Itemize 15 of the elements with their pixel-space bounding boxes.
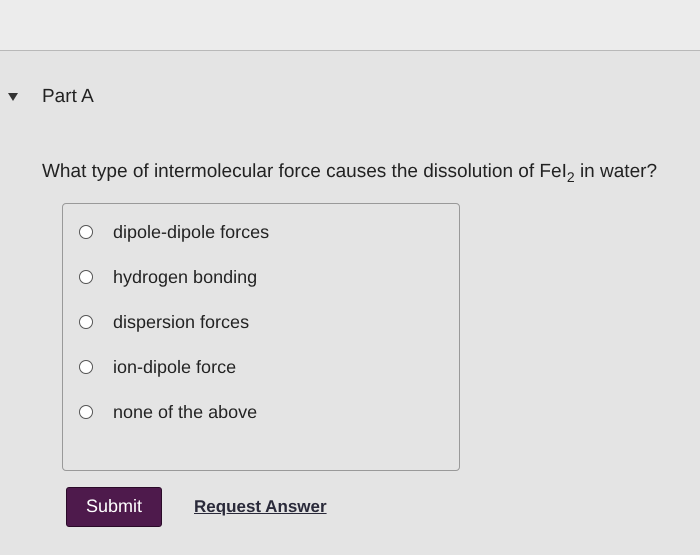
part-title: Part A — [42, 86, 94, 108]
radio-button[interactable] — [79, 360, 93, 374]
option-label[interactable]: dipole-dipole forces — [113, 222, 270, 243]
collapse-triangle-icon[interactable] — [8, 93, 18, 101]
submit-button[interactable]: Submit — [66, 486, 162, 527]
radio-button[interactable] — [79, 315, 93, 330]
option-label[interactable]: ion-dipole force — [113, 356, 236, 378]
option-label[interactable]: hydrogen bonding — [113, 266, 258, 288]
request-answer-link[interactable]: Request Answer — [194, 496, 327, 517]
question-text: What type of intermolecular force causes the dissolution of FeI$_{2}$ in water? — [42, 161, 658, 185]
radio-button[interactable] — [79, 225, 93, 240]
radio-button[interactable] — [79, 405, 93, 420]
radio-button[interactable] — [79, 270, 93, 284]
option-label[interactable]: none of the above — [113, 402, 258, 423]
option-label[interactable]: dispersion forces — [113, 312, 250, 333]
